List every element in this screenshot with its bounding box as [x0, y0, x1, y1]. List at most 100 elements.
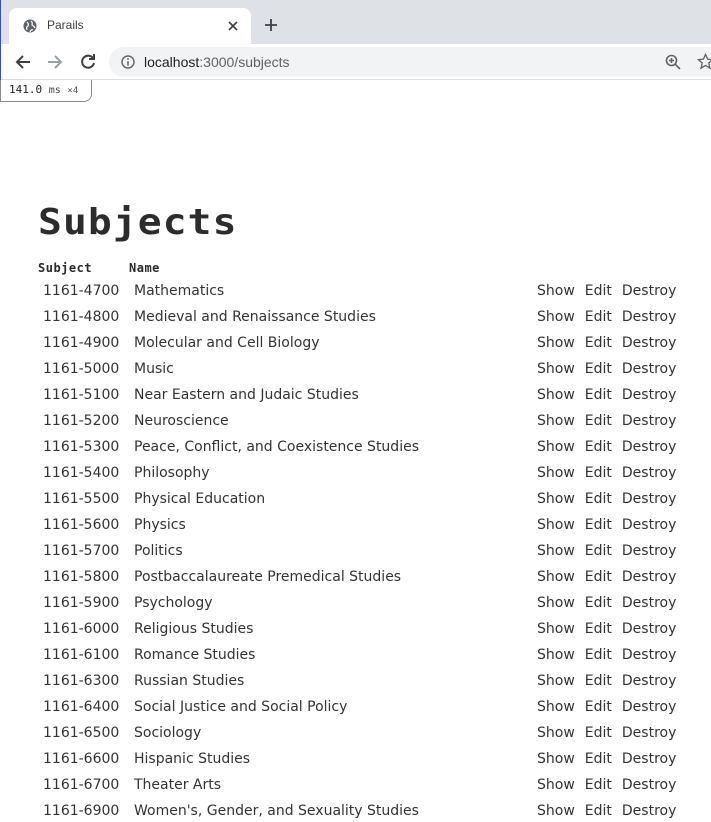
subject-code: 1161-4700 — [43, 283, 120, 299]
destroy-link[interactable]: Destroy — [622, 335, 676, 351]
subject-name: Theater Arts — [134, 777, 222, 793]
show-link[interactable]: Show — [537, 569, 575, 585]
edit-link[interactable]: Edit — [585, 725, 612, 741]
edit-link[interactable]: Edit — [585, 413, 612, 429]
destroy-link[interactable]: Destroy — [622, 491, 676, 507]
address-bar[interactable]: localhost:3000/subjects — [109, 47, 711, 77]
subject-name: Women's, Gender, and Sexuality Studies — [134, 803, 419, 819]
destroy-link-cell: Destroy — [612, 382, 676, 408]
edit-link[interactable]: Edit — [585, 309, 612, 325]
show-link-cell: Show — [530, 642, 575, 668]
edit-link[interactable]: Edit — [585, 439, 612, 455]
destroy-link[interactable]: Destroy — [622, 647, 676, 663]
destroy-link[interactable]: Destroy — [622, 725, 676, 741]
arrow-right-icon[interactable] — [45, 52, 65, 72]
destroy-link[interactable]: Destroy — [622, 439, 676, 455]
destroy-link-cell: Destroy — [612, 590, 676, 616]
show-link[interactable]: Show — [537, 517, 575, 533]
destroy-link[interactable]: Destroy — [622, 595, 676, 611]
edit-link[interactable]: Edit — [585, 803, 612, 819]
destroy-link-cell: Destroy — [612, 538, 676, 564]
destroy-link[interactable]: Destroy — [622, 465, 676, 481]
subject-name: Mathematics — [134, 283, 225, 299]
edit-link[interactable]: Edit — [585, 335, 612, 351]
edit-link[interactable]: Edit — [585, 751, 612, 767]
show-link[interactable]: Show — [537, 491, 575, 507]
destroy-link-cell: Destroy — [612, 616, 676, 642]
edit-link[interactable]: Edit — [585, 621, 612, 637]
show-link[interactable]: Show — [537, 621, 575, 637]
destroy-link[interactable]: Destroy — [622, 621, 676, 637]
edit-link[interactable]: Edit — [585, 595, 612, 611]
edit-link[interactable]: Edit — [585, 465, 612, 481]
edit-link[interactable]: Edit — [585, 361, 612, 377]
star-icon[interactable] — [697, 53, 711, 70]
show-link[interactable]: Show — [537, 803, 575, 819]
show-link[interactable]: Show — [537, 699, 575, 715]
show-link[interactable]: Show — [537, 439, 575, 455]
edit-link[interactable]: Edit — [585, 699, 612, 715]
destroy-link[interactable]: Destroy — [622, 413, 676, 429]
show-link-cell: Show — [530, 330, 575, 356]
destroy-link[interactable]: Destroy — [622, 751, 676, 767]
edit-link[interactable]: Edit — [585, 517, 612, 533]
edit-link[interactable]: Edit — [585, 387, 612, 403]
show-link[interactable]: Show — [537, 361, 575, 377]
show-link[interactable]: Show — [537, 595, 575, 611]
reload-icon[interactable] — [78, 52, 98, 72]
tab-title: Parails — [47, 18, 84, 32]
info-icon[interactable] — [121, 55, 135, 69]
zoom-in-icon[interactable] — [665, 54, 681, 70]
destroy-link[interactable]: Destroy — [622, 673, 676, 689]
table-row: 1161-5900 Psychology Show Edit Destroy — [36, 590, 676, 616]
plus-icon[interactable] — [263, 17, 279, 33]
subject-name: Peace, Conflict, and Coexistence Studies — [134, 439, 419, 455]
edit-link[interactable]: Edit — [585, 543, 612, 559]
destroy-link[interactable]: Destroy — [622, 777, 676, 793]
show-link-cell: Show — [530, 460, 575, 486]
show-link-cell: Show — [530, 434, 575, 460]
destroy-link[interactable]: Destroy — [622, 387, 676, 403]
profiler-badge[interactable]: 141.0 ms ×4 — [0, 80, 92, 102]
edit-link[interactable]: Edit — [585, 283, 612, 299]
destroy-link[interactable]: Destroy — [622, 283, 676, 299]
show-link[interactable]: Show — [537, 335, 575, 351]
show-link[interactable]: Show — [537, 283, 575, 299]
destroy-link[interactable]: Destroy — [622, 699, 676, 715]
show-link[interactable]: Show — [537, 465, 575, 481]
edit-link-cell: Edit — [575, 668, 612, 694]
subject-code: 1161-5400 — [43, 465, 120, 481]
arrow-left-icon[interactable] — [13, 52, 33, 72]
profiler-time: 141.0 — [9, 83, 43, 96]
edit-link[interactable]: Edit — [585, 569, 612, 585]
destroy-link-cell: Destroy — [612, 720, 676, 746]
show-link[interactable]: Show — [537, 777, 575, 793]
show-link[interactable]: Show — [537, 647, 575, 663]
edit-link[interactable]: Edit — [585, 673, 612, 689]
subject-name: Near Eastern and Judaic Studies — [134, 387, 359, 403]
subject-name: Physics — [134, 517, 186, 533]
show-link[interactable]: Show — [537, 413, 575, 429]
destroy-link[interactable]: Destroy — [622, 517, 676, 533]
show-link[interactable]: Show — [537, 751, 575, 767]
show-link[interactable]: Show — [537, 673, 575, 689]
show-link[interactable]: Show — [537, 543, 575, 559]
edit-link[interactable]: Edit — [585, 777, 612, 793]
destroy-link[interactable]: Destroy — [622, 803, 676, 819]
show-link[interactable]: Show — [537, 387, 575, 403]
edit-link[interactable]: Edit — [585, 647, 612, 663]
show-link-cell: Show — [530, 590, 575, 616]
subject-code: 1161-6000 — [43, 621, 120, 637]
show-link[interactable]: Show — [537, 725, 575, 741]
show-link[interactable]: Show — [537, 309, 575, 325]
close-icon[interactable] — [225, 18, 241, 34]
edit-link-cell: Edit — [575, 616, 612, 642]
table-header-row: Subject Name — [36, 258, 676, 278]
destroy-link[interactable]: Destroy — [622, 309, 676, 325]
destroy-link[interactable]: Destroy — [622, 361, 676, 377]
edit-link[interactable]: Edit — [585, 491, 612, 507]
destroy-link[interactable]: Destroy — [622, 569, 676, 585]
edit-link-cell: Edit — [575, 382, 612, 408]
browser-tab[interactable]: Parails — [9, 8, 251, 44]
destroy-link[interactable]: Destroy — [622, 543, 676, 559]
